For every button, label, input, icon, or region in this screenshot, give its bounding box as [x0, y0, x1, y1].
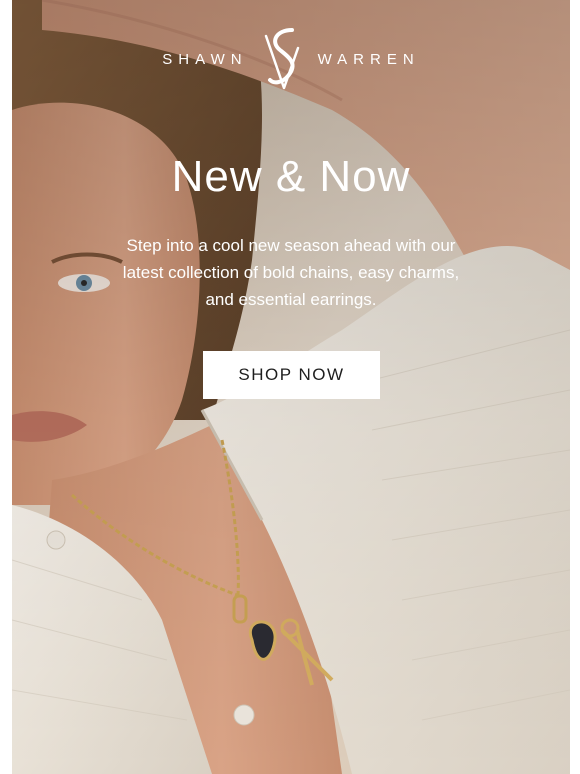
brand-logo[interactable]: SHAWN WARREN: [12, 26, 570, 92]
sw-monogram-icon: [264, 28, 299, 90]
hero-banner[interactable]: SHAWN WARREN New & Now Step into a cool …: [12, 0, 570, 774]
brand-name-left: SHAWN: [162, 50, 248, 68]
hero-headline: New & Now: [171, 152, 411, 201]
shop-now-button[interactable]: SHOP NOW: [203, 351, 380, 399]
hero-description: Step into a cool new season ahead with o…: [122, 236, 460, 309]
brand-name-right: WARREN: [317, 50, 420, 68]
